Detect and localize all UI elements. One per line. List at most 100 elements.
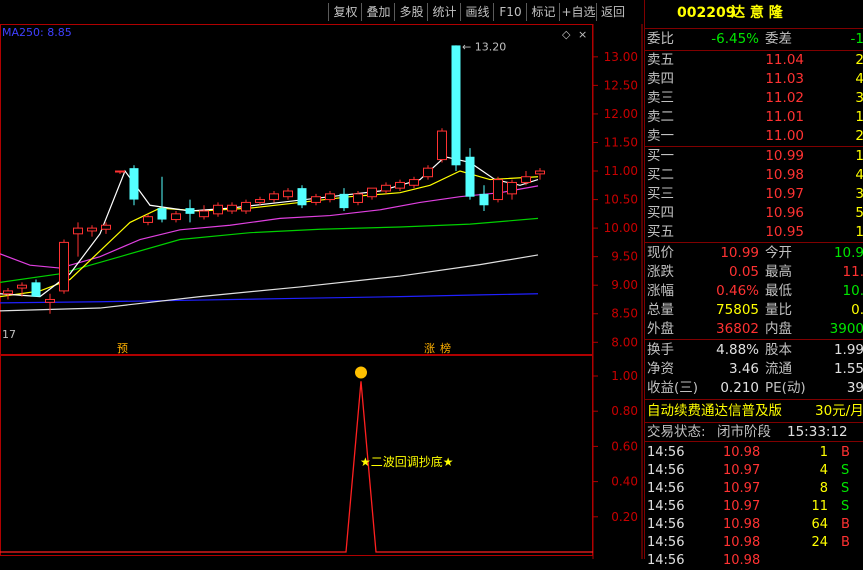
stat-label: 涨跌 <box>647 264 674 280</box>
candle-body <box>185 208 195 214</box>
candle-body <box>465 156 475 197</box>
candle-body <box>409 179 419 186</box>
candle-body <box>395 181 405 189</box>
row-volume: 2 <box>855 52 863 68</box>
y-tick-label: 12.00 <box>604 107 638 121</box>
candle-body <box>199 210 209 218</box>
bid-row: 买三 10.97 3 <box>645 185 863 204</box>
tick-price: 10.98 <box>723 553 761 568</box>
candle-body <box>101 224 111 230</box>
candle-body <box>451 45 461 166</box>
chart-toolbar: 复权 叠加 多股 统计 画线 F10 标记 +自选 返回 <box>0 0 642 24</box>
stock-header: 002209 达 意 隆 <box>645 4 863 26</box>
stat-value: 10.9 <box>833 245 863 261</box>
stock-code: 002209 <box>677 5 736 21</box>
toolbar-button-6[interactable]: 标记 <box>526 3 560 21</box>
ask-row: 卖五 11.04 2 <box>645 51 863 70</box>
candle-body <box>339 193 349 209</box>
y-tick-label: 10.00 <box>604 221 638 235</box>
bid-row: 买四 10.96 5 <box>645 204 863 223</box>
ad-banner[interactable]: 自动续费通达信普及版 30元/月 <box>645 401 863 421</box>
toolbar-button-5[interactable]: F10 <box>493 3 527 21</box>
stat-label: 外盘 <box>647 321 674 337</box>
banner-text: 自动续费通达信普及版 <box>647 403 782 419</box>
row-price: 10.99 <box>765 148 804 164</box>
toolbar-button-2[interactable]: 多股 <box>394 3 428 21</box>
candle-body <box>241 201 251 212</box>
ma250-line <box>0 293 539 304</box>
stats-row: 现价 10.99 今开 10.9 <box>645 244 863 263</box>
candle-body <box>45 298 55 303</box>
row-price: 10.95 <box>765 224 804 240</box>
tick-volume: 24 <box>811 535 828 550</box>
toolbar-button-7[interactable]: +自选 <box>559 3 597 21</box>
toolbar-button-0[interactable]: 复权 <box>328 3 362 21</box>
stat-value: 3900 <box>829 321 863 337</box>
tick-volume: 64 <box>811 517 828 532</box>
tick-row: 14:56 10.98 24 B <box>645 534 863 552</box>
status-label: 交易状态: <box>647 424 706 440</box>
stat-value: 1.55 <box>833 361 863 377</box>
tick-side: S <box>841 463 850 478</box>
marker-label: 预 <box>117 342 128 355</box>
sub-y-tick-label: 0.40 <box>611 475 638 489</box>
candle-body <box>283 190 293 198</box>
row-price: 10.96 <box>765 205 804 221</box>
stat-value: 10. <box>842 283 863 299</box>
tick-volume: 11 <box>811 499 828 514</box>
candle-body <box>87 227 97 232</box>
row-volume: 3 <box>855 90 863 106</box>
status-value: 闭市阶段 <box>717 424 771 440</box>
toolbar-button-1[interactable]: 叠加 <box>361 3 395 21</box>
candle-body <box>59 241 69 292</box>
stats-row: 涨跌 0.05 最高 11. <box>645 263 863 282</box>
row-label: 买五 <box>647 224 674 240</box>
candle-body <box>115 170 125 173</box>
row-volume: 5 <box>855 205 863 221</box>
row-label: 买二 <box>647 167 674 183</box>
toolbar-button-8[interactable]: 返回 <box>596 3 629 21</box>
stat-value: 0. <box>851 302 863 318</box>
status-time: 15:33:12 <box>787 424 848 440</box>
candle-body <box>535 170 545 175</box>
stat-value: 0.05 <box>728 264 759 280</box>
candle-body <box>73 227 83 235</box>
candle-body <box>3 290 13 295</box>
row-label: 卖五 <box>647 52 674 68</box>
stat-label: 今开 <box>765 245 792 261</box>
toolbar-button-3[interactable]: 统计 <box>427 3 461 21</box>
tick-side: S <box>841 481 850 496</box>
toolbar-button-4[interactable]: 画线 <box>460 3 494 21</box>
quote-panel: 002209 达 意 隆 委比 -6.45% 委差 -1 卖五 11.04 2 卖四 1… <box>644 0 863 568</box>
tick-row: 14:56 10.97 11 S <box>645 498 863 516</box>
y-tick-label: 8.00 <box>611 335 638 349</box>
row-volume: 4 <box>855 71 863 87</box>
stats-row: 总量 75805 量比 0. <box>645 301 863 320</box>
stat-label: 股本 <box>765 342 792 358</box>
row-label: 卖一 <box>647 128 674 144</box>
y-tick-label: 9.00 <box>611 278 638 292</box>
sub-y-tick-label: 0.80 <box>611 404 638 418</box>
row-price: 11.04 <box>765 52 804 68</box>
bid-row: 买五 10.95 1 <box>645 223 863 242</box>
tick-price: 10.97 <box>723 481 761 496</box>
stat-label: 内盘 <box>765 321 792 337</box>
row-volume: 2 <box>855 128 863 144</box>
candle-body <box>381 184 391 192</box>
candle-body <box>521 176 531 183</box>
stat-value: 10.99 <box>720 245 759 261</box>
y-tick-label: 9.50 <box>611 250 638 264</box>
row-label: 卖二 <box>647 109 674 125</box>
candle-body <box>479 193 489 206</box>
stats2-row: 收益(三) 0.210 PE(动) 39 <box>645 379 863 398</box>
stat-value: 39 <box>846 380 863 396</box>
stat-label: 最低 <box>765 283 792 299</box>
stat-label: 流通 <box>765 361 792 377</box>
weibi-label: 委比 <box>647 31 674 47</box>
stats2-row: 净资 3.46 流通 1.55 <box>645 360 863 379</box>
tick-time: 14:56 <box>647 499 685 514</box>
y-tick-label: 11.00 <box>604 164 638 178</box>
kline-chart[interactable]: 13.00 12.50 12.00 11.50 11.00 10.50 10.00 9.50 9… <box>0 24 644 559</box>
y-tick-label: 10.50 <box>604 193 638 207</box>
tick-time: 14:56 <box>647 535 685 550</box>
